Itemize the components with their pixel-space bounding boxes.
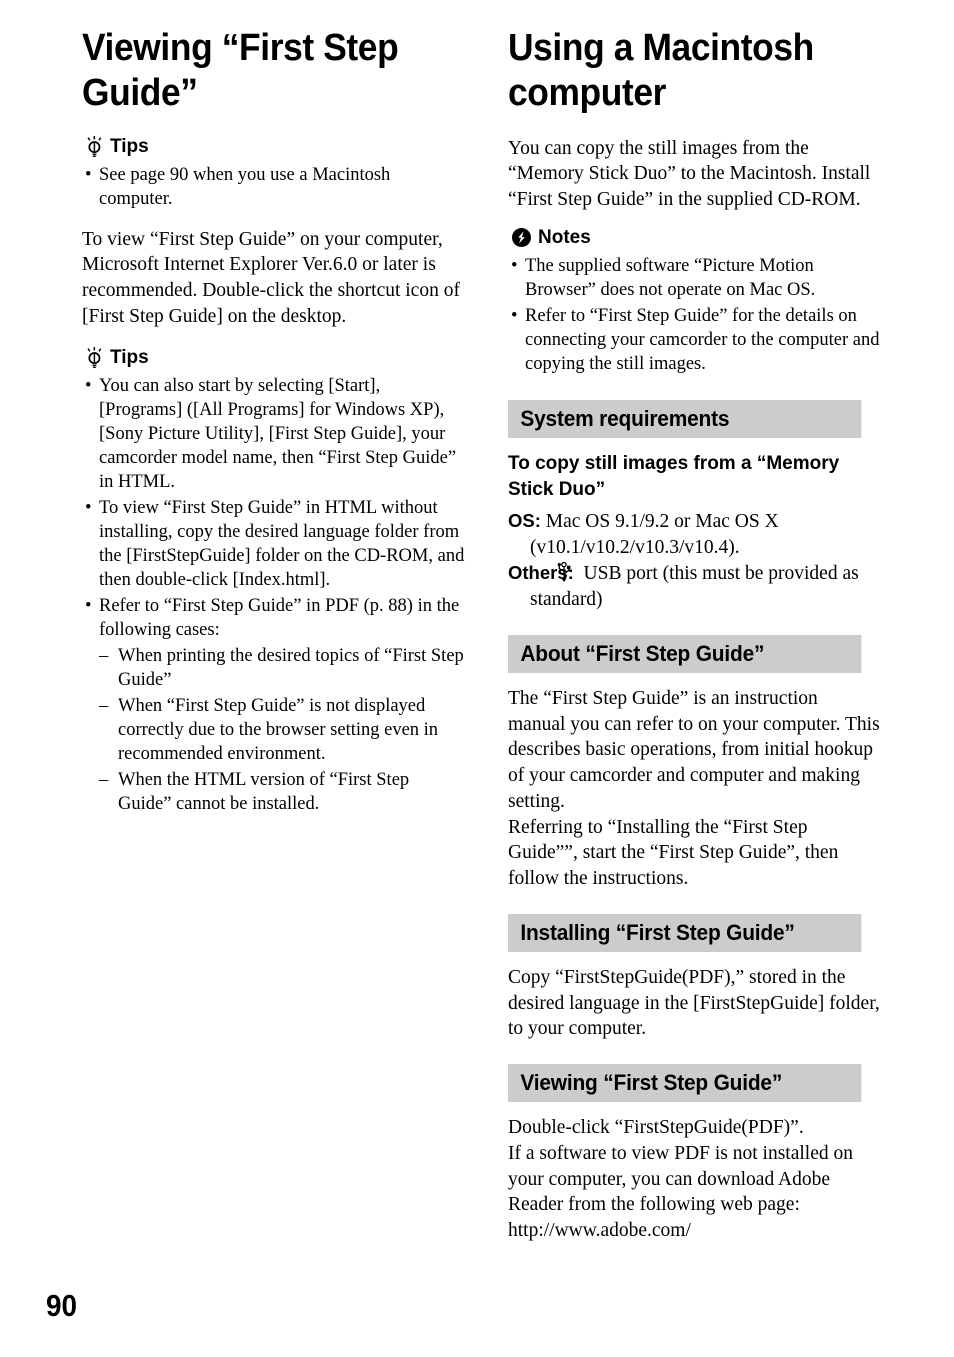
notes-list: The supplied software “Picture Motion Br… [508, 254, 880, 376]
viewing-paragraph-1: Double-click “FirstStepGuide(PDF)”. [508, 1117, 804, 1139]
notes-heading: Notes [512, 227, 880, 249]
right-column: Using a Macintosh computer You can copy … [508, 26, 880, 1244]
sub-list-item: When the HTML version of “First Step Gui… [99, 768, 466, 816]
section-band-system-requirements: System requirements [508, 400, 862, 439]
list-item: Refer to “First Step Guide” in PDF (p. 8… [82, 594, 466, 816]
sub-list-item: When printing the desired topics of “Fir… [99, 644, 466, 692]
viewing-paragraph-2: If a software to view PDF is not install… [508, 1142, 853, 1216]
section-band-about: About “First Step Guide” [508, 634, 862, 673]
list-item: Refer to “First Step Guide” for the deta… [508, 304, 880, 376]
about-paragraph-1: The “First Step Guide” is an instruction… [508, 687, 880, 812]
intro-paragraph-left: To view “First Step Guide” on your compu… [82, 228, 460, 327]
list-item: You can also start by selecting [Start],… [82, 374, 466, 494]
list-item: To view “First Step Guide” in HTML witho… [82, 496, 466, 592]
tips-list-2: You can also start by selecting [Start],… [82, 374, 466, 817]
intro-paragraph-right: You can copy the still images from the “… [508, 137, 871, 211]
page-title-right: Using a Macintosh computer [508, 27, 814, 114]
tips-sub-list: When printing the desired topics of “Fir… [99, 644, 466, 816]
tips-label-1: Tips [110, 135, 149, 157]
definition-value: Mac OS 9.1/9.2 or Mac OS X (v10.1/v10.2/… [530, 510, 779, 558]
section-band-installing: Installing “First Step Guide” [508, 913, 862, 952]
tips-heading-1: Tips [86, 136, 466, 158]
tips-heading-2: Tips [86, 347, 466, 369]
left-column: Viewing “First Step Guide” Tips • See pa… [82, 26, 466, 819]
list-item: The supplied software “Picture Motion Br… [508, 254, 880, 302]
sub-list-item: When “First Step Guide” is not displayed… [99, 694, 466, 766]
notes-exclamation-icon [512, 228, 531, 248]
document-page: Viewing “First Step Guide” Tips • See pa… [0, 0, 954, 1357]
about-paragraph-2: Referring to “Installing the “First Step… [508, 816, 839, 889]
tips-label-2: Tips [110, 346, 149, 368]
notes-label: Notes [538, 226, 591, 248]
system-requirements-definitions: OS: Mac OS 9.1/9.2 or Mac OS X (v10.1/v1… [508, 509, 880, 613]
list-item-text: Refer to “First Step Guide” in PDF (p. 8… [99, 596, 460, 641]
lightbulb-icon [86, 347, 103, 369]
installing-paragraph-1: Copy “FirstStepGuide(PDF),” stored in th… [508, 966, 880, 1040]
subheading-copy-still-images: To copy still images from a “Memory Stic… [508, 453, 840, 500]
tips-list-1: See page 90 when you use a Macintosh com… [82, 163, 466, 211]
list-item: See page 90 when you use a Macintosh com… [82, 163, 466, 211]
lightbulb-icon [86, 136, 103, 158]
page-title-left: Viewing “First Step Guide” [82, 27, 399, 114]
section-band-viewing: Viewing “First Step Guide” [508, 1064, 862, 1103]
viewing-url: http://www.adobe.com/ [508, 1220, 691, 1242]
definition-term: OS: [508, 509, 541, 531]
definition-value: USB port (this must be provided as stand… [530, 563, 859, 611]
definition-row-others: Others: USB port (this must be provided … [508, 561, 880, 612]
page-number: 90 [46, 1288, 78, 1323]
definition-row-os: OS: Mac OS 9.1/9.2 or Mac OS X (v10.1/v1… [508, 509, 880, 560]
